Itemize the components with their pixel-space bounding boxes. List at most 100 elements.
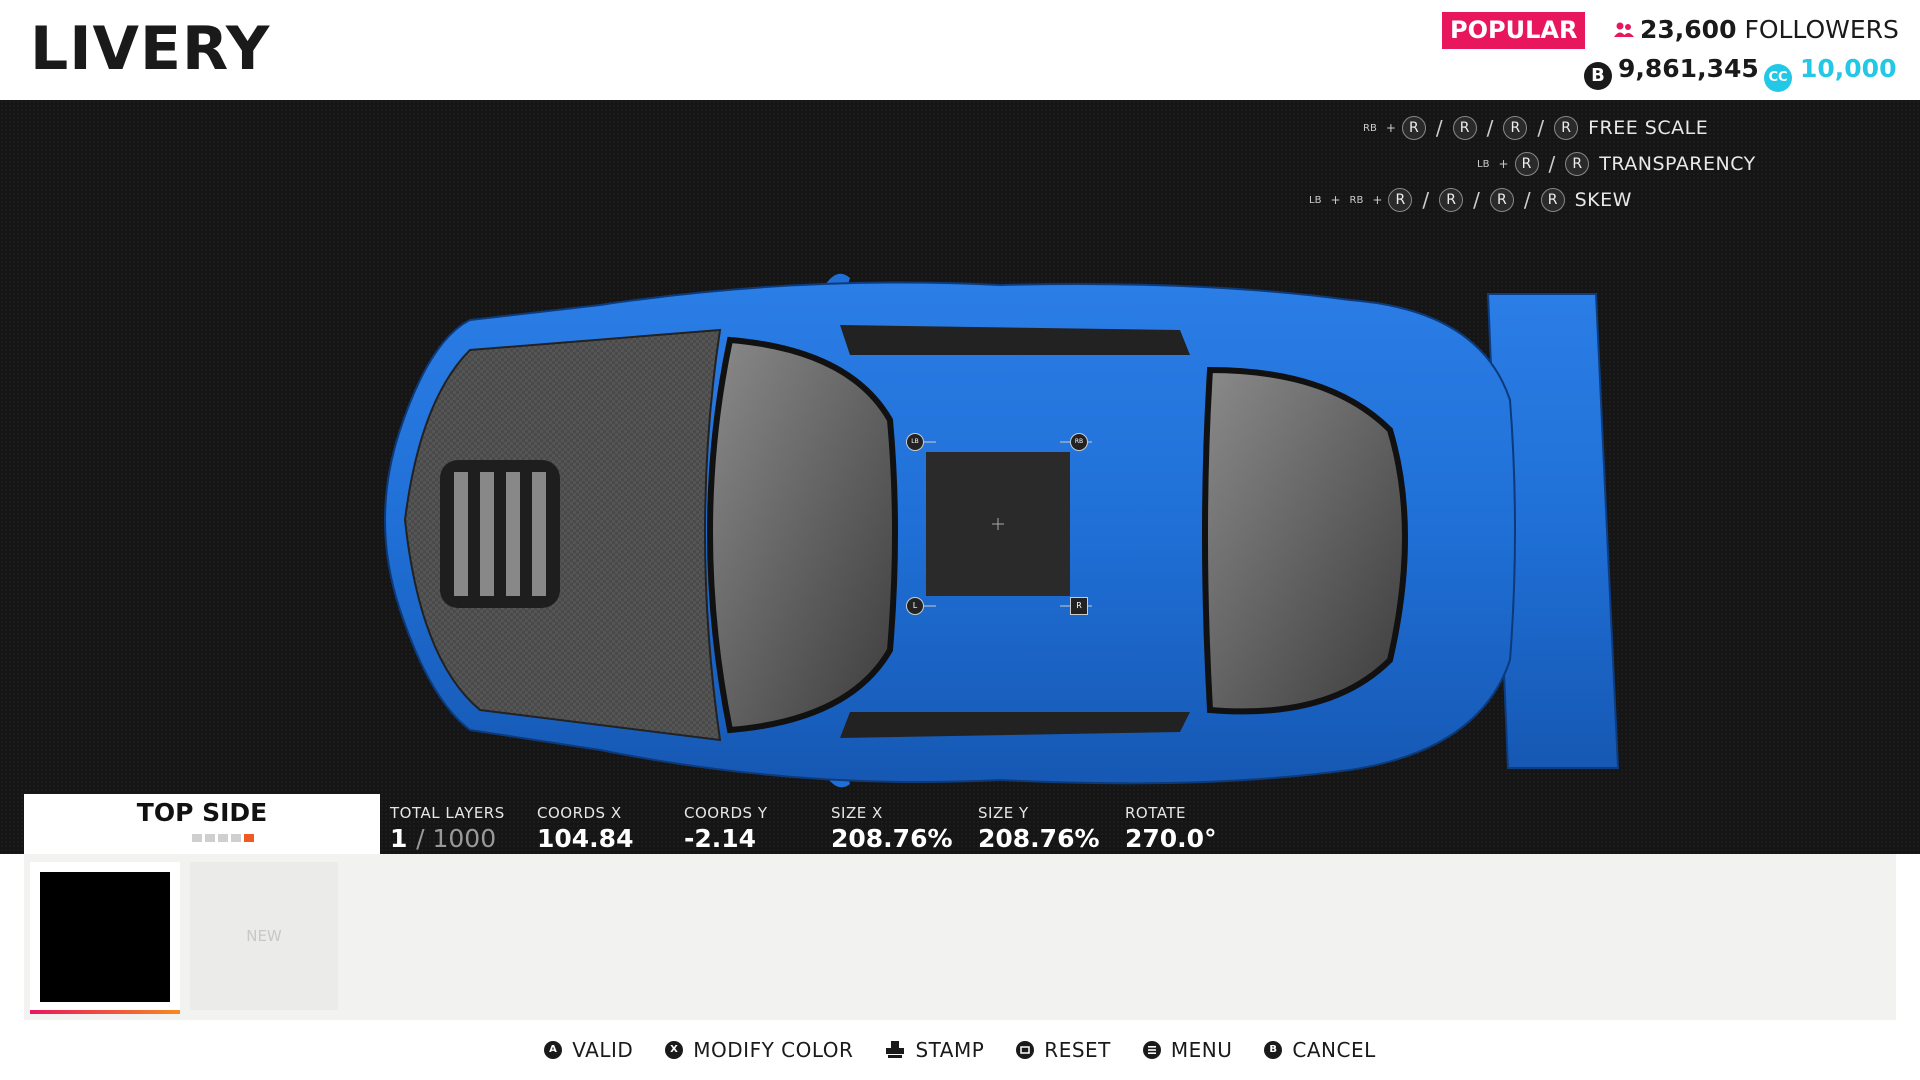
reset-label: RESET [1044, 1038, 1111, 1062]
crew-credits-balance: CC 10,000 [1764, 54, 1896, 92]
credits-balance: B 9,861,345 [1584, 54, 1759, 90]
stat-size-x: SIZE X 208.76% [831, 804, 953, 853]
layers-count: 1 [390, 824, 408, 853]
handle-bottom-right[interactable]: R [1070, 597, 1088, 615]
popular-badge: POPULAR [1442, 12, 1586, 49]
hint-label: FREE SCALE [1588, 117, 1709, 139]
reset-icon [1016, 1041, 1035, 1059]
slash-separator: / [1473, 188, 1480, 212]
livery-viewport[interactable]: LB RB L R RB + R / R / R / R FREE SCALE … [0, 100, 1920, 854]
followers-number: 23,600 [1640, 15, 1737, 44]
stat-label: SIZE Y [978, 804, 1029, 822]
stat-total-layers: TOTAL LAYERS 1 / 1000 [390, 804, 505, 853]
credits-icon: B [1584, 62, 1612, 90]
stamp-icon [886, 1041, 905, 1058]
stat-label: COORDS X [537, 804, 622, 822]
stat-value: 208.76% [978, 824, 1100, 853]
hint-skew: LB + RB + R / R / R / R SKEW [1306, 188, 1632, 212]
crew-credits-icon: CC [1764, 64, 1792, 92]
valid-button[interactable]: A VALID [544, 1038, 633, 1062]
car-top-view [384, 273, 1620, 788]
handle-top-right[interactable]: RB [1070, 433, 1088, 451]
stamp-button[interactable]: STAMP [885, 1038, 984, 1062]
followers-count: 23,600 FOLLOWERS [1614, 15, 1899, 44]
stat-value: 1 / 1000 [390, 824, 505, 853]
plus-icon: + [1372, 193, 1383, 207]
stat-coords-y: COORDS Y -2.14 [684, 804, 768, 853]
plus-icon: + [1330, 193, 1341, 207]
followers-icon [1614, 22, 1634, 37]
hint-free-scale: RB + R / R / R / R FREE SCALE [1360, 116, 1708, 140]
hint-transparency: LB + R / R TRANSPARENCY [1474, 152, 1756, 176]
page-dot [231, 834, 241, 842]
selected-layer-indicator [30, 1010, 180, 1014]
stat-value: 208.76% [831, 824, 953, 853]
stat-size-y: SIZE Y 208.76% [978, 804, 1100, 853]
x-button-icon: X [665, 1041, 684, 1059]
page-dot [218, 834, 228, 842]
stat-value: -2.14 [684, 824, 757, 853]
new-layer-slot[interactable]: NEW [190, 862, 338, 1010]
slash-separator: / [1486, 116, 1494, 140]
page-dot [205, 834, 215, 842]
layer-side-tab[interactable]: TOP SIDE [24, 794, 380, 854]
slash-separator: / [1435, 116, 1443, 140]
hint-label: SKEW [1574, 189, 1632, 211]
stat-label: TOTAL LAYERS [390, 804, 505, 822]
stat-value: 270.0° [1125, 824, 1217, 853]
side-page-indicator [192, 834, 254, 842]
menu-label: MENU [1170, 1038, 1233, 1062]
credits-value: 9,861,345 [1618, 54, 1759, 83]
slash-separator: / [1422, 188, 1430, 212]
followers-label: FOLLOWERS [1744, 15, 1899, 44]
cancel-label: CANCEL [1292, 1038, 1376, 1062]
plus-icon: + [1498, 157, 1509, 171]
stat-value: 104.84 [537, 824, 634, 853]
stat-label: SIZE X [831, 804, 883, 822]
slash-separator: / [1548, 152, 1556, 176]
stat-label: ROTATE [1125, 804, 1186, 822]
layer-side-title: TOP SIDE [136, 798, 268, 827]
right-stick-icon: R [1514, 152, 1539, 176]
handle-bottom-left[interactable]: L [906, 597, 924, 615]
handle-top-left[interactable]: LB [906, 433, 924, 451]
a-button-icon: A [544, 1041, 563, 1059]
right-stick-icon: R [1554, 116, 1579, 140]
reset-button[interactable]: RESET [1016, 1038, 1111, 1062]
modify-color-button[interactable]: X MODIFY COLOR [665, 1038, 853, 1062]
header: LIVERY POPULAR 23,600 FOLLOWERS B 9,861,3… [0, 0, 1920, 100]
rb-button-icon: RB [1363, 122, 1377, 134]
menu-button[interactable]: MENU [1142, 1038, 1233, 1062]
right-stick-icon: R [1439, 188, 1464, 212]
page-title: LIVERY [30, 14, 271, 84]
cancel-button[interactable]: B CANCEL [1264, 1038, 1375, 1062]
right-stick-icon: R [1452, 116, 1477, 140]
right-stick-icon: R [1401, 116, 1426, 140]
rb-button-icon: RB [1349, 194, 1364, 206]
lb-button-icon: LB [1477, 158, 1490, 170]
valid-label: VALID [572, 1038, 634, 1062]
stamp-label: STAMP [915, 1038, 985, 1062]
b-button-icon: B [1264, 1041, 1283, 1059]
hint-label: TRANSPARENCY [1599, 153, 1756, 175]
page-dot-active [244, 834, 254, 842]
footer-actions: A VALID X MODIFY COLOR STAMP RESET MENU … [0, 1020, 1920, 1080]
page-dot [192, 834, 202, 842]
menu-icon [1142, 1041, 1161, 1059]
stat-label: COORDS Y [684, 804, 768, 822]
right-stick-icon: R [1489, 188, 1514, 212]
layer-preview [40, 872, 170, 1002]
layer-strip: NEW [24, 854, 1896, 1020]
stat-rotate: ROTATE 270.0° [1125, 804, 1217, 853]
right-stick-icon: R [1503, 116, 1528, 140]
stat-coords-x: COORDS X 104.84 [537, 804, 633, 853]
right-stick-icon: R [1388, 188, 1413, 212]
layer-thumbnail[interactable] [30, 862, 180, 1012]
slash-separator: / [1537, 116, 1545, 140]
modify-color-label: MODIFY COLOR [693, 1038, 854, 1062]
right-stick-icon: R [1565, 152, 1590, 176]
right-stick-icon: R [1540, 188, 1565, 212]
crew-credits-value: 10,000 [1800, 54, 1897, 83]
slash-separator: / [1523, 188, 1531, 212]
layers-max: / 1000 [416, 824, 497, 853]
